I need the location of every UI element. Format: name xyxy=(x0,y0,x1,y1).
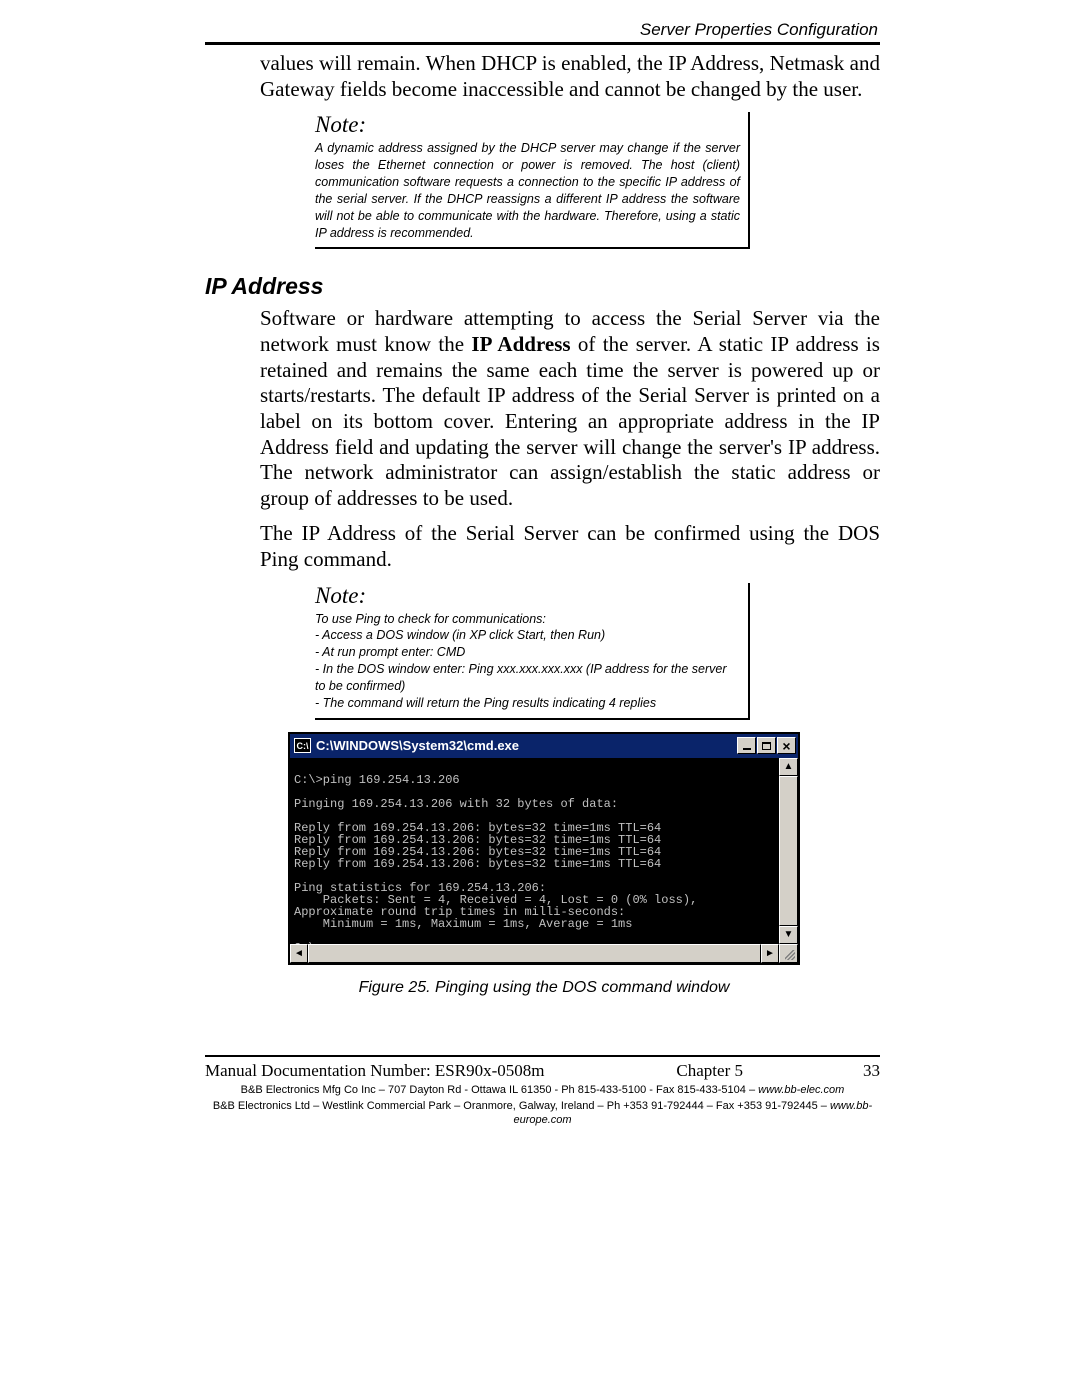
note1-body: A dynamic address assigned by the DHCP s… xyxy=(315,140,740,241)
footer-line-3: B&B Electronics Ltd – Westlink Commercia… xyxy=(205,1099,880,1128)
note2-title: Note: xyxy=(315,583,740,609)
footer-rule xyxy=(205,1055,880,1057)
resize-grip[interactable] xyxy=(779,944,798,963)
figure-caption: Figure 25. Pinging using the DOS command… xyxy=(288,979,800,997)
scroll-down-button[interactable]: ▼ xyxy=(779,926,798,944)
footer-line2-link: www.bb-elec.com xyxy=(758,1084,844,1096)
footer-page-number: 33 xyxy=(863,1061,880,1081)
cmd-window: C:\ C:\WINDOWS\System32\cmd.exe C:\>ping… xyxy=(288,732,800,965)
vertical-scrollbar[interactable]: ▲ ▼ xyxy=(779,758,798,944)
para2-post: of the server. A static IP address is re… xyxy=(260,332,880,510)
footer-row-1: Manual Documentation Number: ESR90x-0508… xyxy=(205,1061,880,1081)
cmd-title: C:\WINDOWS\System32\cmd.exe xyxy=(316,738,736,753)
note-box-2: Note: To use Ping to check for communica… xyxy=(315,583,750,720)
hscroll-track[interactable] xyxy=(308,944,761,963)
note2-body: To use Ping to check for communications:… xyxy=(315,611,740,712)
footer-line3-text: B&B Electronics Ltd – Westlink Commercia… xyxy=(213,1100,830,1112)
note1-title: Note: xyxy=(315,112,740,138)
para2-bold: IP Address xyxy=(471,332,570,356)
close-button[interactable] xyxy=(777,737,796,754)
cmd-titlebar[interactable]: C:\ C:\WINDOWS\System32\cmd.exe xyxy=(290,734,798,758)
footer-left: Manual Documentation Number: ESR90x-0508… xyxy=(205,1061,636,1081)
vscroll-track[interactable] xyxy=(779,776,798,926)
intro-paragraph: values will remain. When DHCP is enabled… xyxy=(260,51,880,102)
footer-center: Chapter 5 xyxy=(676,1061,743,1081)
footer-line-2: B&B Electronics Mfg Co Inc – 707 Dayton … xyxy=(205,1083,880,1097)
scroll-right-button[interactable]: ► xyxy=(761,944,779,963)
footer-line2-text: B&B Electronics Mfg Co Inc – 707 Dayton … xyxy=(241,1084,759,1096)
cmd-output: C:\>ping 169.254.13.206 Pinging 169.254.… xyxy=(290,758,779,944)
maximize-button[interactable] xyxy=(757,737,776,754)
cmd-icon: C:\ xyxy=(294,738,311,753)
minimize-button[interactable] xyxy=(737,737,756,754)
scroll-left-button[interactable]: ◄ xyxy=(290,944,308,963)
vscroll-thumb[interactable] xyxy=(779,776,798,926)
section-heading-ip-address: IP Address xyxy=(205,273,880,300)
header-right: Server Properties Configuration xyxy=(640,20,878,40)
horizontal-scrollbar[interactable]: ◄ ► xyxy=(290,944,779,963)
figure-cmd-window: C:\ C:\WINDOWS\System32\cmd.exe C:\>ping… xyxy=(288,732,800,965)
ip-address-paragraph-2: The IP Address of the Serial Server can … xyxy=(260,521,880,572)
note-box-1: Note: A dynamic address assigned by the … xyxy=(315,112,750,249)
ip-address-paragraph-1: Software or hardware attempting to acces… xyxy=(260,306,880,511)
scroll-up-button[interactable]: ▲ xyxy=(779,758,798,776)
header-rule xyxy=(205,42,880,45)
hscroll-thumb[interactable] xyxy=(308,944,761,963)
